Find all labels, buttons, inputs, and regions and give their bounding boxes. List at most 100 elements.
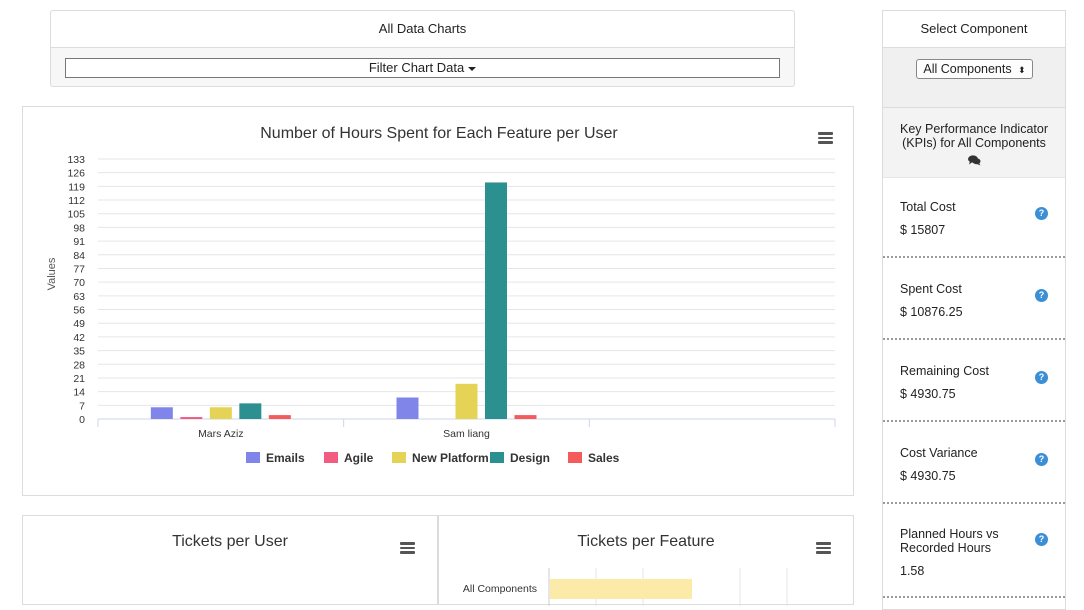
x-axis: Mars Aziz Sam liang [97,419,836,440]
x-tick-label: Mars Aziz [198,428,244,440]
bar [150,407,173,419]
legend-item[interactable]: Sales [568,451,620,465]
y-tick-label: 42 [73,332,85,344]
chart-title: Tickets per Feature [577,533,715,550]
menu-icon[interactable] [400,540,415,556]
y-tick-label: 14 [73,387,85,399]
y-tick-labels: 0714212835424956637077849198105112119126… [67,154,85,426]
kpi-title-line2: (KPIs) for All Components [902,136,1046,150]
bar [239,403,262,419]
legend-label: Design [510,451,550,465]
kpi-cost-variance: Cost Variance $ 4930.75 ? [883,424,1065,504]
help-icon[interactable]: ? [1035,207,1048,220]
help-icon[interactable]: ? [1035,289,1048,302]
legend-label: New Platform [412,451,489,465]
y-tick-label: 56 [73,305,85,317]
y-tick-label: 63 [73,291,85,303]
comments-icon [883,155,1065,169]
kpi-spent-cost: Spent Cost $ 10876.25 ? [883,260,1065,340]
help-icon[interactable]: ? [1035,453,1048,466]
x-tick-label: Sam liang [443,428,490,440]
chart-title: Tickets per User [172,533,288,550]
bar [485,182,507,419]
kpi-label: Cost Variance [900,446,978,460]
bar [550,579,692,599]
category-label: All Components [463,583,537,595]
bar [180,417,203,419]
y-tick-label: 35 [73,346,85,358]
y-tick-label: 98 [73,222,85,234]
bar [209,407,232,419]
legend-item[interactable]: New Platform [392,451,489,465]
legend-item[interactable]: Design [490,451,550,465]
y-tick-label: 21 [73,373,85,385]
tickets-per-user-chart: Tickets per User [22,515,438,605]
legend-label: Sales [588,451,620,465]
kpi-value: $ 4930.75 [900,469,956,483]
y-tick-label: 112 [68,195,85,207]
select-arrows-icon: ⬍ [1018,65,1026,75]
y-tick-label: 126 [67,168,85,180]
tickets-feature-svg: All Components [463,568,788,606]
filter-chart-data-label: Filter Chart Data [368,60,465,75]
y-tick-label: 84 [73,250,85,262]
kpi-value: $ 10876.25 [900,305,963,319]
kpi-value: $ 15807 [900,223,946,237]
y-tick-label: 7 [79,400,85,412]
y-tick-label: 119 [68,181,85,193]
bar [514,415,537,419]
legend-swatch [324,452,338,463]
legend-item[interactable]: Agile [324,451,374,465]
legend-swatch [490,452,504,463]
chart-title: Number of Hours Spent for Each Feature p… [260,125,618,142]
y-tick-label: 28 [73,359,85,371]
legend-item[interactable]: Emails [246,451,305,465]
component-select[interactable]: All Components ⬍ [916,59,1033,79]
kpi-remaining-cost: Remaining Cost $ 4930.75 ? [883,342,1065,422]
kpi-value: 1.58 [900,564,925,578]
legend-label: Emails [266,451,305,465]
kpi-title-line1: Key Performance Indicator [900,122,1048,136]
kpi-label: Planned Hours vs Recorded Hours [900,527,999,555]
kpi-planned-vs-recorded-hours: Planned Hours vs Recorded Hours 1.58 ? [883,506,1065,598]
help-icon[interactable]: ? [1035,533,1048,546]
filter-panel-title: All Data Charts [51,11,794,48]
legend-swatch [568,452,582,463]
y-tick-label: 133 [67,154,85,166]
grid-lines [98,158,835,420]
legend: Emails Agile New Platform Design Sales [246,451,620,465]
y-tick-label: 91 [73,236,85,248]
filter-panel: All Data Charts Filter Chart Data [50,10,795,87]
filter-chart-data-button[interactable]: Filter Chart Data [65,58,780,78]
kpi-header: Key Performance Indicator (KPIs) for All… [883,108,1065,178]
legend-swatch [392,452,406,463]
caret-down-icon [468,66,477,71]
legend-swatch [246,452,260,463]
kpi-sidebar: Select Component All Components ⬍ Key Pe… [882,10,1066,610]
y-tick-label: 77 [73,263,85,275]
kpi-value: $ 4930.75 [900,387,956,401]
help-icon[interactable]: ? [1035,371,1048,384]
menu-icon[interactable] [818,130,833,146]
tickets-per-feature-chart: Tickets per Feature All Components [438,515,854,606]
select-component-area: All Components ⬍ [883,48,1065,108]
hours-per-feature-chart: Number of Hours Spent for Each Feature p… [22,106,854,496]
kpi-label: Total Cost [900,200,956,214]
menu-icon[interactable] [816,540,831,556]
y-axis-label: Values [46,257,58,290]
y-tick-label: 0 [79,414,85,426]
hours-chart-svg: Number of Hours Spent for Each Feature p… [46,125,836,465]
component-select-value: All Components [923,62,1012,76]
bar [268,415,291,419]
legend-label: Agile [344,451,374,465]
bar [396,397,419,419]
kpi-total-cost: Total Cost $ 15807 ? [883,178,1065,258]
kpi-label: Spent Cost [900,282,962,296]
bars [150,182,537,419]
bar [455,383,478,419]
kpi-label: Remaining Cost [900,364,989,378]
y-tick-label: 49 [73,318,85,330]
y-tick-label: 70 [73,277,85,289]
y-tick-label: 105 [67,209,85,221]
select-component-header: Select Component [883,11,1065,48]
